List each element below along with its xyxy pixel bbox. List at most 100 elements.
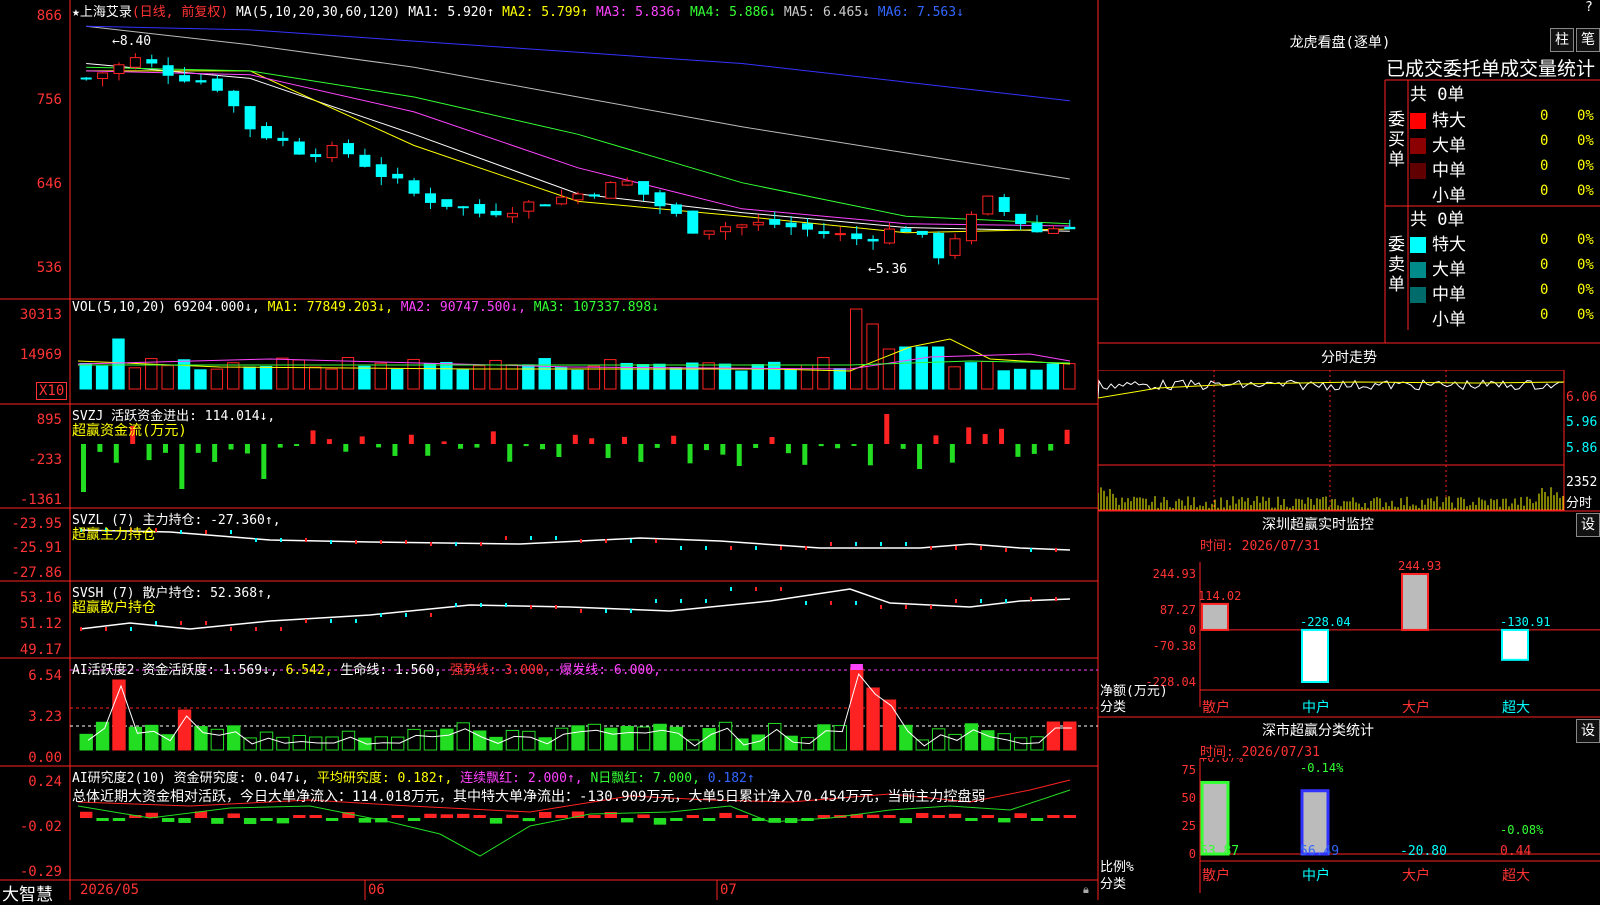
dragon-header: 已成交委托单成交量统计: [1386, 58, 1596, 80]
ma6-value: MA6: 7.563↓: [877, 5, 964, 20]
activity-bar: [177, 709, 192, 751]
retail-holding-dot: [430, 613, 432, 617]
ai2-y-label-2: -0.02: [19, 819, 62, 835]
buy-row: 大单: [1410, 131, 1466, 156]
main-holding-dot: [180, 530, 182, 534]
intraday-chart[interactable]: [1098, 370, 1600, 511]
ai1-y-label-2: 3.23: [28, 709, 62, 725]
main-holding-dot: [205, 530, 207, 534]
main-holding-dot: [505, 536, 507, 540]
activity-bar: [440, 728, 454, 751]
candle-body: [129, 57, 141, 68]
chart-mode: (日线, 前复权): [131, 5, 229, 20]
lock-icon[interactable]: 🔒︎: [1083, 883, 1089, 897]
research-bar: [719, 812, 732, 818]
research-bar: [96, 818, 109, 821]
research-bar: [309, 815, 322, 818]
fund-flow-bar: [408, 434, 414, 444]
retail-holding-dot: [1005, 599, 1007, 603]
vol-value: 69204.000↓,: [173, 300, 260, 315]
buy-count: 0: [1540, 183, 1549, 199]
main-holding-dot: [705, 546, 707, 550]
ma-line-6: [86, 25, 1070, 102]
research-bar: [932, 815, 945, 818]
monitor-settings-button[interactable]: 设: [1576, 513, 1600, 537]
fund-flow-bar: [1064, 429, 1070, 444]
main-holding-dot: [280, 538, 282, 542]
favorite-star-icon[interactable]: ★: [72, 5, 80, 20]
sell-row: 大单: [1410, 255, 1466, 280]
svzl-y-label-3: -27.86: [11, 565, 62, 581]
candle-body: [1064, 226, 1076, 230]
buy-label: 中单: [1432, 161, 1466, 181]
ma4-value: MA4: 5.886↓: [689, 5, 777, 20]
sell-pct: 0%: [1577, 232, 1594, 248]
main-holding-dot: [255, 538, 257, 542]
retail-holding-dot: [1030, 597, 1032, 601]
research-bar: [260, 818, 273, 821]
sell-label: 小单: [1432, 310, 1466, 330]
fund-flow-bar: [933, 435, 939, 444]
research-bar: [424, 813, 437, 818]
activity-bar: [882, 699, 897, 751]
fund-flow-bar: [425, 444, 431, 456]
help-icon[interactable]: ?: [1585, 0, 1593, 15]
classify-change-label: -0.14%: [1300, 761, 1344, 775]
fund-flow-bar: [97, 444, 103, 452]
activity-bar: [587, 723, 602, 751]
sell-side-label: 委卖单: [1388, 235, 1405, 295]
main-holding-dot: [655, 539, 657, 543]
main-holding-dot: [430, 542, 432, 546]
monitor-y-tick: 0: [1189, 623, 1196, 637]
candle-body: [867, 238, 879, 242]
volume-bar: [292, 359, 306, 390]
volume-bar: [587, 365, 601, 390]
volume-bar: [899, 346, 912, 390]
main-holding-dot: [680, 546, 682, 550]
classify-y-tick: 75: [1182, 763, 1196, 777]
candle-body: [457, 206, 469, 209]
volume-bar: [210, 368, 224, 390]
classify-category-label: 分类: [1100, 877, 1127, 892]
volume-bar: [358, 365, 371, 390]
ma-label: MA(5,10,20,30,60,120): [235, 5, 401, 20]
research-bar: [620, 818, 634, 823]
research-bar: [670, 818, 683, 821]
candle-body: [392, 173, 404, 179]
ai2-title: AI研究度2(10) 资金研究度: 0.047↓,: [72, 771, 310, 786]
fund-flow-bar: [523, 444, 529, 447]
main-holding-dot: [805, 546, 807, 550]
activity-bar: [948, 733, 962, 751]
pen-view-button[interactable]: 笔: [1576, 28, 1600, 52]
candle-body: [949, 238, 961, 256]
sell-row: 小单: [1410, 305, 1466, 330]
classify-value: 63.87: [1200, 844, 1239, 859]
ai1-y-label-1: 6.54: [28, 668, 62, 684]
activity-bar: [653, 723, 667, 751]
fund-flow-bar: [277, 444, 283, 448]
candle-body: [490, 210, 502, 216]
candle-body: [474, 204, 486, 214]
classify-chart[interactable]: 75 50 25 0 +0.07% -0.14% -0.08% 63.87 56.49 -20.8…: [1098, 758, 1600, 900]
activity-bar: [866, 687, 880, 751]
research-bar: [506, 814, 519, 818]
classify-settings-button[interactable]: 设: [1576, 719, 1600, 743]
monitor-y-tick: 87.27: [1160, 603, 1196, 617]
volume-bar: [1063, 363, 1076, 390]
fund-flow-bar: [343, 444, 349, 452]
buy-label: 小单: [1432, 186, 1466, 206]
fund-flow-bar: [244, 444, 250, 454]
fund-flow-bar: [769, 437, 775, 444]
bar-view-button[interactable]: 柱: [1550, 28, 1574, 52]
monitor-chart[interactable]: 244.9387.270-70.38-228.04114.02-228.0424…: [1098, 552, 1600, 717]
fund-flow-bar: [556, 444, 562, 458]
sell-pct: 0%: [1577, 282, 1594, 298]
volume-bar: [849, 308, 863, 390]
candle-body: [769, 219, 781, 225]
main-holding-dot: [730, 546, 732, 550]
candlestick-chart[interactable]: [70, 0, 1098, 299]
fund-flow-bar: [621, 436, 627, 444]
volume-bar: [194, 369, 207, 390]
activity-bar: [292, 734, 307, 751]
buy-row: 小单: [1410, 181, 1466, 206]
